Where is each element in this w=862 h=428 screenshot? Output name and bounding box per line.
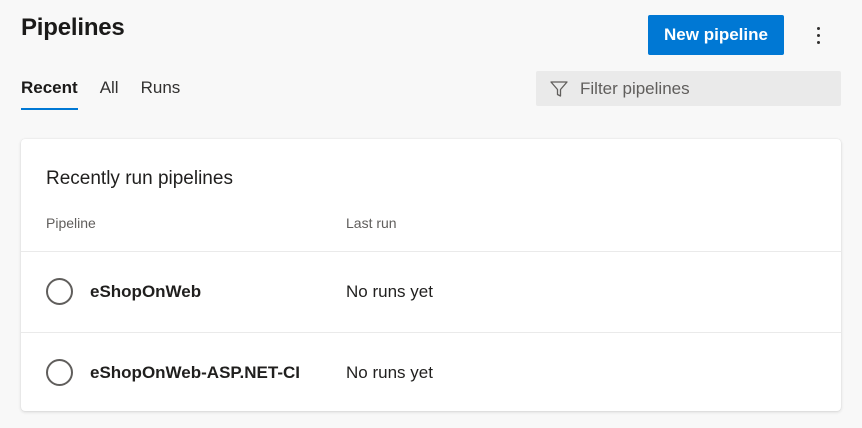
new-pipeline-button[interactable]: New pipeline [648,15,784,55]
recent-pipelines-card: Recently run pipelines Pipeline Last run… [21,139,841,411]
table-row[interactable]: eShopOnWeb-ASP.NET-CI No runs yet [21,332,841,413]
filter-box[interactable] [536,71,841,106]
last-run-text: No runs yet [346,282,433,301]
card-title: Recently run pipelines [46,168,233,189]
more-vertical-icon [816,26,820,30]
last-run-text: No runs yet [346,363,433,382]
tab-recent[interactable]: Recent [21,78,78,110]
pipeline-name-link[interactable]: eShopOnWeb [90,282,201,302]
filter-icon [549,79,569,99]
tab-runs[interactable]: Runs [141,78,181,110]
table-row[interactable]: eShopOnWeb No runs yet [21,251,841,332]
tab-all[interactable]: All [100,78,119,110]
column-header-pipeline: Pipeline [46,215,96,231]
more-actions-button[interactable] [804,21,832,49]
filter-pipelines-input[interactable] [580,78,820,99]
status-not-run-icon [46,278,73,305]
pipeline-name-link[interactable]: eShopOnWeb-ASP.NET-CI [90,363,300,383]
pipeline-tabs: Recent All Runs [21,78,180,110]
status-not-run-icon [46,359,73,386]
page-title: Pipelines [21,14,125,41]
column-header-last-run: Last run [346,215,397,231]
